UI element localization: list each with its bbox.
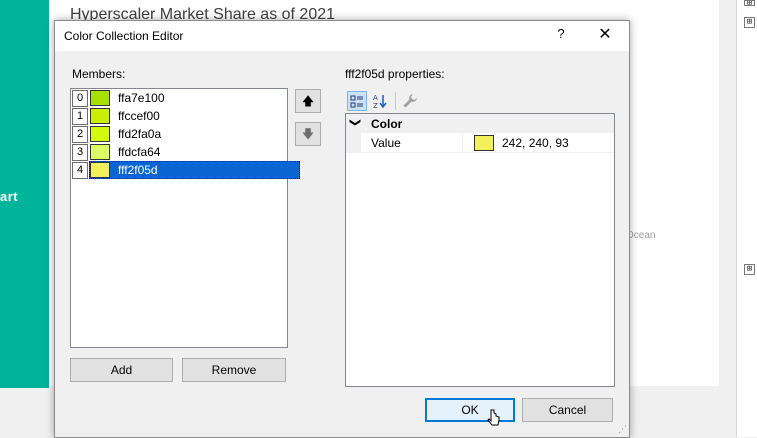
member-index: 3 [72,144,88,161]
value-color-swatch [474,135,494,151]
property-value[interactable]: 242, 240, 93 [502,136,569,150]
sort-az-icon: A Z [373,94,387,110]
close-button[interactable]: ✕ [595,25,615,45]
property-pages-button[interactable] [400,91,420,111]
arrow-down-icon: 🡇 [301,127,315,141]
move-up-button[interactable]: 🡅 [295,89,321,113]
color-swatch [90,90,110,106]
tree-expander-icon[interactable]: ⊞ [744,0,755,6]
list-item[interactable]: 0 ffa7e100 [71,89,287,107]
dialog-title: Color Collection Editor [64,29,184,43]
list-item[interactable]: 3 ffdcfa64 [71,143,287,161]
ok-button[interactable]: OK [425,398,515,422]
help-button[interactable]: ? [553,26,569,46]
tree-expander-icon[interactable]: ⊞ [744,264,755,275]
member-name: ffd2fa0a [118,127,162,141]
color-swatch [90,144,110,160]
categorized-icon [350,95,363,108]
remove-button[interactable]: Remove [182,358,286,382]
wrench-icon [403,94,417,108]
property-row[interactable]: Value 242, 240, 93 [346,133,614,153]
category-row[interactable]: ❯ Color [346,114,614,133]
color-swatch [90,126,110,142]
color-swatch [90,108,110,124]
list-item[interactable]: 2 ffd2fa0a [71,125,287,143]
column-divider[interactable] [462,133,463,152]
svg-text:A: A [373,94,378,102]
svg-text:Z: Z [373,102,378,109]
tree-expander-icon[interactable]: ⊞ [744,17,755,28]
alphabetical-button[interactable]: A Z [370,91,390,111]
member-index: 1 [72,108,88,125]
categorized-button[interactable] [347,91,367,111]
property-grid[interactable]: ❯ Color Value 242, 240, 93 [345,113,615,387]
color-collection-editor-dialog: Color Collection Editor ? ✕ Members: 0 f… [54,20,630,438]
add-button[interactable]: Add [70,358,173,382]
members-list[interactable]: 0 ffa7e100 1 ffccef00 2 ffd2fa0a 3 ffdcf… [70,88,300,348]
member-name: ffccef00 [118,109,160,123]
toolbar-separator [395,92,396,110]
arrow-up-icon: 🡅 [301,94,315,108]
sidebar-text: art [0,189,19,204]
dialog-titlebar[interactable]: Color Collection Editor ? ✕ [55,21,629,51]
list-item[interactable]: 1 ffccef00 [71,107,287,125]
property-name: Value [371,136,401,150]
scroll-rail [719,0,736,437]
mouse-cursor-icon [487,409,500,426]
category-label: Color [371,117,403,131]
move-down-button[interactable]: 🡇 [295,122,321,146]
cancel-button[interactable]: Cancel [522,398,613,422]
member-name: ffa7e100 [118,91,165,105]
right-panel [736,0,757,437]
member-index: 4 [72,162,88,179]
list-item-selected[interactable]: 4 fff2f05d [71,161,300,179]
member-index: 0 [72,90,88,107]
member-index: 2 [72,126,88,143]
properties-label: fff2f05d properties: [345,67,445,81]
resize-grip-icon[interactable]: ⋰ [618,424,627,435]
row-gutter [346,133,361,152]
member-name: fff2f05d [118,163,158,177]
members-label: Members: [72,67,126,81]
teal-sidebar: art [0,0,49,388]
map-label: Ocean [626,230,656,241]
member-name: ffdcfa64 [118,145,161,159]
chevron-down-icon[interactable]: ❯ [349,118,362,127]
color-swatch [90,162,110,178]
